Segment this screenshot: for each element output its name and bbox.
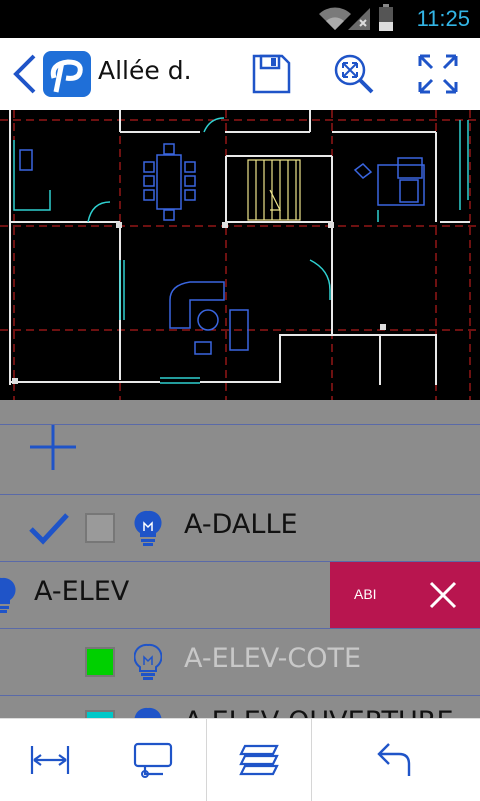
layers-icon [239, 744, 279, 776]
layer-row-elev[interactable]: A-ELEV ABI [0, 562, 480, 628]
app-bar: Allée d. [0, 38, 480, 110]
close-icon[interactable] [428, 580, 458, 610]
layer-row-dalle[interactable]: A-DALLE [0, 495, 480, 561]
zoom-extents-icon[interactable] [332, 52, 376, 96]
bottom-toolbar [0, 718, 480, 801]
measure-distance-icon [30, 746, 70, 774]
app-logo-icon [43, 51, 91, 97]
layers-panel: A-DALLE A-ELEV ABI A-ELEV-COTE [0, 400, 480, 718]
back-arrow-icon[interactable] [10, 52, 40, 96]
check-icon[interactable] [28, 511, 70, 545]
floor-plan [0, 110, 480, 400]
fullscreen-icon[interactable] [416, 52, 460, 96]
layer-row-elev-cote[interactable]: A-ELEV-COTE [0, 629, 480, 695]
undo-button[interactable] [310, 719, 480, 801]
comment-icon [133, 742, 173, 778]
cad-drawing-canvas[interactable] [0, 110, 480, 400]
layer-name: A-ELEV [34, 576, 130, 607]
layer-color-swatch[interactable] [85, 513, 115, 543]
swipe-action-panel: ABI [330, 562, 480, 628]
lightbulb-on-icon[interactable] [134, 509, 162, 547]
signal-icon [348, 8, 370, 30]
plus-icon[interactable] [28, 422, 78, 472]
swipe-action-label[interactable]: ABI [354, 586, 377, 602]
layer-name: A-ELEV-OUVERTURE [184, 706, 454, 718]
panel-divider [0, 424, 480, 425]
annotation-button[interactable] [100, 719, 206, 801]
add-layer-bar [0, 400, 480, 494]
layer-color-swatch[interactable] [85, 647, 115, 677]
lightbulb-on-icon[interactable] [134, 706, 162, 718]
layer-row-elev-ouverture[interactable]: A-ELEV-OUVERTURE [0, 696, 480, 718]
lightbulb-off-icon[interactable] [134, 643, 162, 681]
status-bar: 11:25 [0, 0, 480, 38]
measure-button[interactable] [0, 719, 100, 801]
layer-name: A-ELEV-COTE [184, 643, 362, 674]
battery-icon [379, 4, 393, 31]
lightbulb-on-icon[interactable] [0, 576, 16, 614]
layers-button[interactable] [206, 719, 312, 801]
layer-name: A-DALLE [184, 509, 298, 540]
save-icon[interactable] [249, 52, 293, 96]
layer-color-swatch[interactable] [85, 710, 115, 718]
page-title: Allée d. [98, 56, 192, 85]
clock: 11:25 [416, 6, 470, 31]
undo-icon [377, 743, 411, 776]
app-logo [42, 50, 92, 98]
